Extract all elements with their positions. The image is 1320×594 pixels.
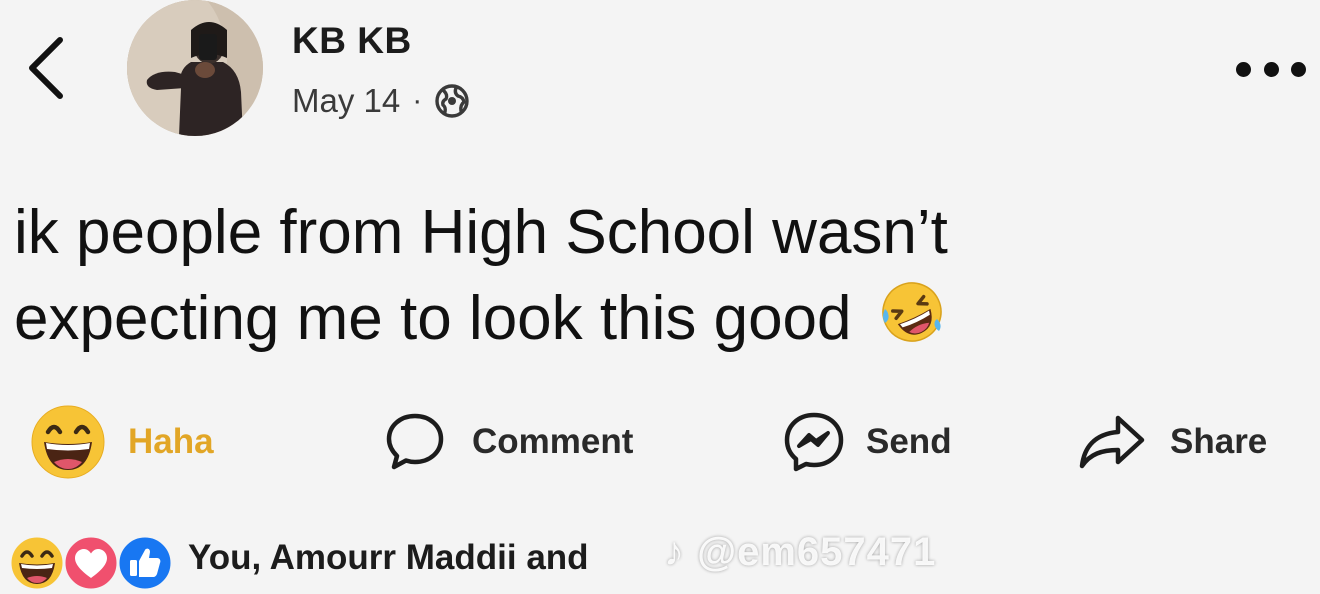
post-text-line: ik people from High School wasn’t xyxy=(14,198,948,267)
haha-reaction-button[interactable]: Haha xyxy=(30,400,214,484)
rolling-laughing-emoji-icon xyxy=(882,282,942,342)
share-arrow-icon xyxy=(1079,415,1145,469)
globe-icon[interactable] xyxy=(434,83,470,119)
reaction-icons xyxy=(8,534,174,594)
author-name[interactable]: KB KB xyxy=(292,20,412,62)
watermark-text: ♪ @em657471 xyxy=(664,530,937,574)
comment-bubble-icon xyxy=(386,413,444,470)
more-options-button[interactable] xyxy=(1236,56,1306,82)
haha-reaction-icon xyxy=(8,534,66,592)
haha-label: Haha xyxy=(128,422,214,461)
comment-label: Comment xyxy=(472,422,634,461)
send-button[interactable]: Send xyxy=(782,400,952,484)
like-reaction-icon xyxy=(116,534,174,592)
comment-button[interactable]: Comment xyxy=(384,400,633,484)
reactions-row[interactable] xyxy=(8,534,174,594)
send-label: Send xyxy=(866,422,952,461)
share-label: Share xyxy=(1170,422,1268,461)
profile-photo xyxy=(127,0,263,136)
post-date[interactable]: May 14 xyxy=(292,82,400,120)
chevron-left-icon xyxy=(29,37,63,99)
haha-icon xyxy=(31,405,105,479)
reactions-summary[interactable]: You, Amourr Maddii and xyxy=(188,538,589,578)
messenger-icon xyxy=(784,412,844,472)
love-reaction-icon xyxy=(62,534,120,592)
post-text-line: expecting me to look this good xyxy=(14,276,1294,362)
avatar[interactable] xyxy=(127,0,263,136)
post-body: ik people from High School wasn’t expect… xyxy=(14,190,1294,362)
more-dot xyxy=(1263,61,1279,77)
share-button[interactable]: Share xyxy=(1078,400,1267,484)
meta-separator: · xyxy=(412,84,423,117)
post-meta: May 14 · xyxy=(292,82,470,120)
more-dot xyxy=(1236,61,1251,77)
more-dot xyxy=(1291,61,1306,77)
back-button[interactable] xyxy=(22,32,72,104)
